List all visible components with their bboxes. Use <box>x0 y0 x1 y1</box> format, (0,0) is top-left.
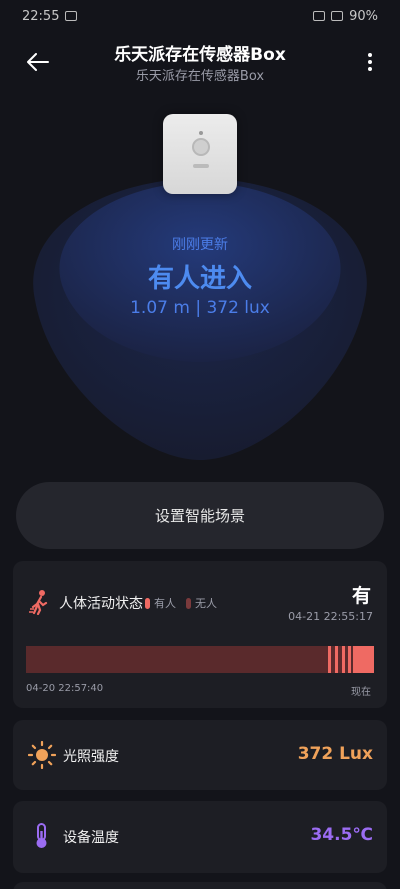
light-card[interactable]: 光照强度 372 Lux <box>13 720 387 790</box>
legend-absent-label: 无人 <box>195 597 217 610</box>
status-time: 22:55 <box>22 8 60 24</box>
battery-level: 90% <box>349 8 378 24</box>
walking-person-icon <box>29 590 48 615</box>
more-vertical-icon <box>368 53 372 71</box>
notification-icon <box>65 11 78 21</box>
distance-lux-readings: 1.07 m | 372 lux <box>130 298 270 318</box>
page-title: 乐天派存在传感器Box <box>114 45 286 65</box>
temperature-label: 设备温度 <box>63 830 119 846</box>
status-indicators: 90% <box>313 9 378 24</box>
timeline-present-segment <box>353 646 374 673</box>
wifi-icon <box>331 11 344 21</box>
legend-present-swatch <box>145 597 150 609</box>
activity-timestamp: 04-21 22:55:17 <box>288 610 373 623</box>
timeline-present-segment <box>328 646 331 673</box>
device-hero: 刚刚更新 有人进入 1.07 m | 372 lux <box>0 100 400 470</box>
temperature-value: 34.5℃ <box>310 825 373 845</box>
legend-present-label: 有人 <box>154 597 176 610</box>
timeline-present-segment <box>335 646 338 673</box>
light-value: 372 Lux <box>297 744 373 764</box>
presence-state: 有人进入 <box>147 264 252 294</box>
next-card-partial <box>13 882 387 889</box>
legend-absent-swatch <box>186 597 191 609</box>
sun-icon <box>28 741 56 769</box>
header: 乐天派存在传感器Box 乐天派存在传感器Box <box>0 34 400 94</box>
timeline-present-segment <box>348 646 351 673</box>
activity-title: 人体活动状态 <box>59 596 143 612</box>
signal-icon <box>313 11 326 21</box>
timeline-start-label: 04-20 22:57:40 <box>26 683 104 694</box>
activity-legend: 有人 无人 <box>145 595 217 611</box>
back-arrow-icon <box>27 53 49 71</box>
timeline-end-label: 现在 <box>351 687 371 698</box>
page-subtitle: 乐天派存在传感器Box <box>135 69 265 84</box>
timeline-present-segment <box>342 646 345 673</box>
more-button[interactable] <box>358 46 382 78</box>
back-button[interactable] <box>22 46 54 78</box>
activity-value: 有 <box>351 585 371 607</box>
set-smart-scene-button[interactable]: 设置智能场景 <box>16 482 384 549</box>
sensor-device-image <box>163 114 237 194</box>
status-bar: 22:55 90% <box>0 0 400 32</box>
last-updated-label: 刚刚更新 <box>172 237 228 253</box>
activity-card[interactable]: 人体活动状态 有人 无人 有 04-21 22:55:17 04-20 22:5… <box>13 561 387 708</box>
temperature-card[interactable]: 设备温度 34.5℃ <box>13 801 387 873</box>
status-time-group: 22:55 <box>22 8 78 24</box>
activity-timeline <box>26 646 374 673</box>
thermometer-icon <box>36 823 47 848</box>
light-label: 光照强度 <box>63 749 119 765</box>
